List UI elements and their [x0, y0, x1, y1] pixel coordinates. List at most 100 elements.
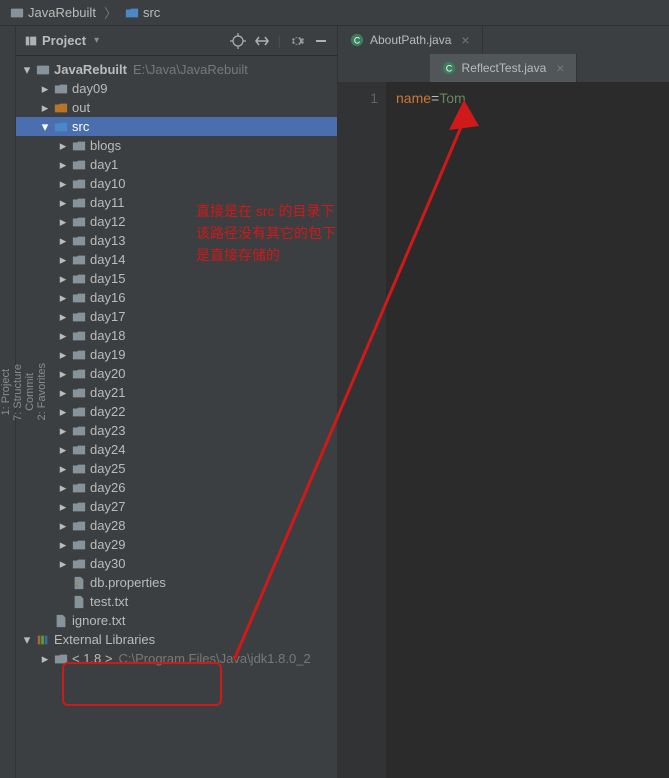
folder-icon — [72, 405, 86, 419]
tree-root-path: E:\Java\JavaRebuilt — [133, 62, 248, 77]
chevron-right-icon[interactable]: ▸ — [58, 255, 68, 265]
chevron-down-icon[interactable]: ▾ — [22, 635, 32, 645]
tab-close-icon[interactable]: × — [556, 60, 564, 76]
chevron-right-icon[interactable]: ▸ — [58, 388, 68, 398]
tree-item-day19[interactable]: ▸day19 — [16, 345, 337, 364]
chevron-right-icon[interactable]: ▸ — [58, 369, 68, 379]
folder-orange-icon — [54, 101, 68, 115]
tree-item-day30[interactable]: ▸day30 — [16, 554, 337, 573]
project-folder-icon — [10, 6, 24, 20]
chevron-right-icon[interactable]: ▸ — [58, 483, 68, 493]
line-number: 1 — [338, 90, 378, 106]
chevron-right-icon[interactable]: ▸ — [58, 407, 68, 417]
tree-item-out[interactable]: ▸out — [16, 98, 337, 117]
tree-item-day10[interactable]: ▸day10 — [16, 174, 337, 193]
folder-icon — [72, 557, 86, 571]
chevron-right-icon[interactable]: ▸ — [58, 274, 68, 284]
chevron-down-icon[interactable]: ▾ — [22, 65, 32, 75]
chevron-right-icon[interactable]: ▸ — [58, 559, 68, 569]
folder-icon — [72, 386, 86, 400]
breadcrumb-src[interactable]: src — [119, 3, 166, 22]
chevron-right-icon[interactable]: ▸ — [40, 654, 50, 664]
chevron-right-icon[interactable]: ▸ — [58, 236, 68, 246]
chevron-right-icon[interactable]: ▸ — [58, 445, 68, 455]
tree-item-src[interactable]: ▾src — [16, 117, 337, 136]
chevron-right-icon[interactable]: ▸ — [58, 141, 68, 151]
tree-item-day20[interactable]: ▸day20 — [16, 364, 337, 383]
chevron-right-icon[interactable]: ▸ — [58, 426, 68, 436]
java-class-icon: C — [442, 61, 456, 75]
chevron-right-icon[interactable]: ▸ — [40, 84, 50, 94]
gutter-commit[interactable]: Commit — [24, 373, 36, 411]
chevron-right-icon[interactable]: ▸ — [58, 217, 68, 227]
tree-external-libraries[interactable]: ▾ External Libraries — [16, 630, 337, 649]
folder-icon — [72, 139, 86, 153]
gear-icon[interactable] — [289, 33, 305, 49]
chevron-right-icon[interactable]: ▸ — [58, 464, 68, 474]
chevron-right-icon[interactable]: ▸ — [58, 502, 68, 512]
collapse-icon[interactable] — [254, 33, 270, 49]
folder-icon — [72, 272, 86, 286]
breadcrumb-src-label: src — [143, 5, 160, 20]
chevron-down-icon[interactable]: ▾ — [40, 122, 50, 132]
breadcrumb-root[interactable]: JavaRebuilt — [4, 3, 102, 22]
tree-item-day29[interactable]: ▸day29 — [16, 535, 337, 554]
tree-item-day17[interactable]: ▸day17 — [16, 307, 337, 326]
folder-icon — [54, 82, 68, 96]
chevron-right-icon[interactable]: ▸ — [58, 350, 68, 360]
tree-item-day22[interactable]: ▸day22 — [16, 402, 337, 421]
chevron-right-icon[interactable]: ▸ — [58, 521, 68, 531]
folder-icon — [72, 500, 86, 514]
tree-item-label: day28 — [90, 518, 125, 533]
tab-aboutpath[interactable]: C AboutPath.java × — [338, 26, 483, 54]
chevron-right-icon[interactable]: ▸ — [40, 103, 50, 113]
tree-jdk[interactable]: ▸ < 1.8 > C:\Program Files\Java\jdk1.8.0… — [16, 649, 337, 668]
tree-item-day09[interactable]: ▸day09 — [16, 79, 337, 98]
chevron-right-icon[interactable]: ▸ — [58, 160, 68, 170]
tree-item-blogs[interactable]: ▸blogs — [16, 136, 337, 155]
tree-item-day28[interactable]: ▸ day28 — [16, 516, 337, 535]
locate-icon[interactable] — [230, 33, 246, 49]
gutter-structure[interactable]: 7: Structure — [12, 364, 24, 421]
chevron-right-icon[interactable]: ▸ — [58, 179, 68, 189]
code-area[interactable]: name=Tom — [386, 82, 669, 778]
tab-close-icon[interactable]: × — [461, 32, 469, 48]
gutter-project[interactable]: 1: Project — [0, 369, 12, 415]
minimize-icon[interactable] — [313, 33, 329, 49]
breadcrumb: JavaRebuilt 〉 src — [0, 0, 669, 26]
tree-item-db-properties[interactable]: db.properties — [16, 573, 337, 592]
tree-item-day13[interactable]: ▸day13 — [16, 231, 337, 250]
tree-root-label: JavaRebuilt — [54, 62, 127, 77]
panel-title[interactable]: Project ▾ — [24, 33, 230, 48]
tree-jdk-path: C:\Program Files\Java\jdk1.8.0_2 — [118, 651, 310, 666]
tree-item-day15[interactable]: ▸day15 — [16, 269, 337, 288]
tree-item-day21[interactable]: ▸day21 — [16, 383, 337, 402]
code-property-value: Tom — [439, 90, 465, 106]
chevron-right-icon[interactable]: ▸ — [58, 331, 68, 341]
tree-item-label: day23 — [90, 423, 125, 438]
gutter-favorites[interactable]: 2: Favorites — [36, 363, 48, 420]
tree-item-day1[interactable]: ▸day1 — [16, 155, 337, 174]
tree-item-day18[interactable]: ▸day18 — [16, 326, 337, 345]
project-tree[interactable]: ▾ JavaRebuilt E:\Java\JavaRebuilt ▸day09… — [16, 56, 337, 778]
chevron-right-icon[interactable]: ▸ — [58, 312, 68, 322]
chevron-right-icon[interactable]: ▸ — [58, 198, 68, 208]
tree-item-day12[interactable]: ▸day12 — [16, 212, 337, 231]
tree-item-day25[interactable]: ▸day25 — [16, 459, 337, 478]
tree-item-ignore-txt[interactable]: ignore.txt — [16, 611, 337, 630]
tree-item-test-txt[interactable]: test.txt — [16, 592, 337, 611]
tree-item-day24[interactable]: ▸day24 — [16, 440, 337, 459]
chevron-right-icon[interactable]: ▸ — [58, 540, 68, 550]
tree-item-day16[interactable]: ▸day16 — [16, 288, 337, 307]
code-equals: = — [431, 90, 439, 106]
editor-body[interactable]: 1 name=Tom — [338, 82, 669, 778]
tree-item-day26[interactable]: ▸day26 — [16, 478, 337, 497]
tree-item-day27[interactable]: ▸day27 — [16, 497, 337, 516]
tree-item-day14[interactable]: ▸day14 — [16, 250, 337, 269]
tree-item-day11[interactable]: ▸day11 — [16, 193, 337, 212]
folder-blue-icon — [54, 120, 68, 134]
tree-root[interactable]: ▾ JavaRebuilt E:\Java\JavaRebuilt — [16, 60, 337, 79]
chevron-right-icon[interactable]: ▸ — [58, 293, 68, 303]
tree-item-day23[interactable]: ▸ day23 — [16, 421, 337, 440]
tab-reflecttest[interactable]: C ReflectTest.java × — [430, 54, 578, 82]
